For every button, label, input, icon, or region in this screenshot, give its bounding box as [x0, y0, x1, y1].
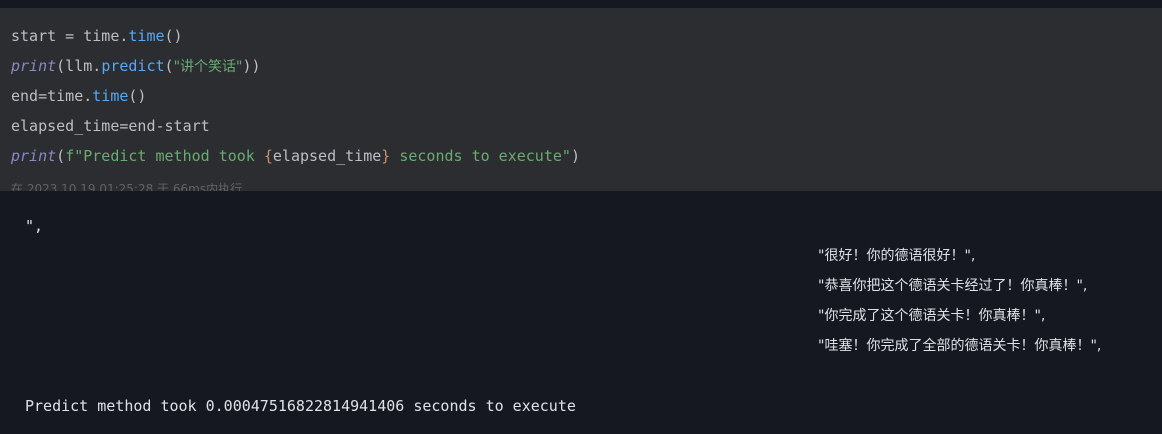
code-token: }: [381, 147, 391, 165]
cell-output: ", "很好！你的德语很好！", "恭喜你把这个德语关卡经过了！你真棒！", "…: [0, 191, 1162, 434]
output-line: "很好！你的德语很好！",: [818, 248, 976, 264]
code-token: elapsed_time=end-start: [11, 117, 210, 135]
top-strip: [0, 0, 1162, 8]
code-line-1[interactable]: start = time.time(): [11, 26, 183, 46]
code-token: "讲个笑话": [173, 59, 243, 75]
code-token: (): [128, 87, 147, 105]
code-line-3[interactable]: end=time.time(): [11, 86, 146, 106]
output-line: "你完成了这个德语关卡！你真棒！",: [818, 308, 1046, 324]
code-token: print: [11, 57, 57, 75]
code-token: time: [128, 27, 165, 45]
output-line: Predict method took 0.000475168228149414…: [25, 397, 576, 415]
output-line: "哇塞！你完成了全部的德语关卡！你真棒！",: [818, 338, 1102, 354]
code-token: end=time.: [11, 87, 93, 105]
output-line: "恭喜你把这个德语关卡经过了！你真棒！",: [818, 278, 1088, 294]
code-token: (: [56, 147, 66, 165]
code-token: predict: [101, 57, 165, 75]
code-token: seconds to execute": [390, 147, 571, 165]
code-token: (): [164, 27, 183, 45]
code-line-2[interactable]: print(llm.predict("讲个笑话")): [11, 56, 261, 77]
code-token: )): [242, 57, 261, 75]
code-token: start = time.: [11, 27, 129, 45]
code-token: (: [164, 57, 174, 75]
code-line-4[interactable]: elapsed_time=end-start: [11, 116, 210, 136]
code-token: print: [11, 147, 57, 165]
code-token: elapsed_time: [272, 147, 382, 165]
code-line-5[interactable]: print(f"Predict method took {elapsed_tim…: [11, 146, 580, 166]
code-token: (llm.: [56, 57, 102, 75]
code-token: {: [263, 147, 273, 165]
code-cell[interactable]: start = time.time() print(llm.predict("讲…: [0, 8, 1162, 196]
code-token: f"Predict method took: [65, 147, 264, 165]
code-token: time: [92, 87, 129, 105]
code-token: ): [570, 147, 580, 165]
output-line: ",: [25, 217, 44, 235]
